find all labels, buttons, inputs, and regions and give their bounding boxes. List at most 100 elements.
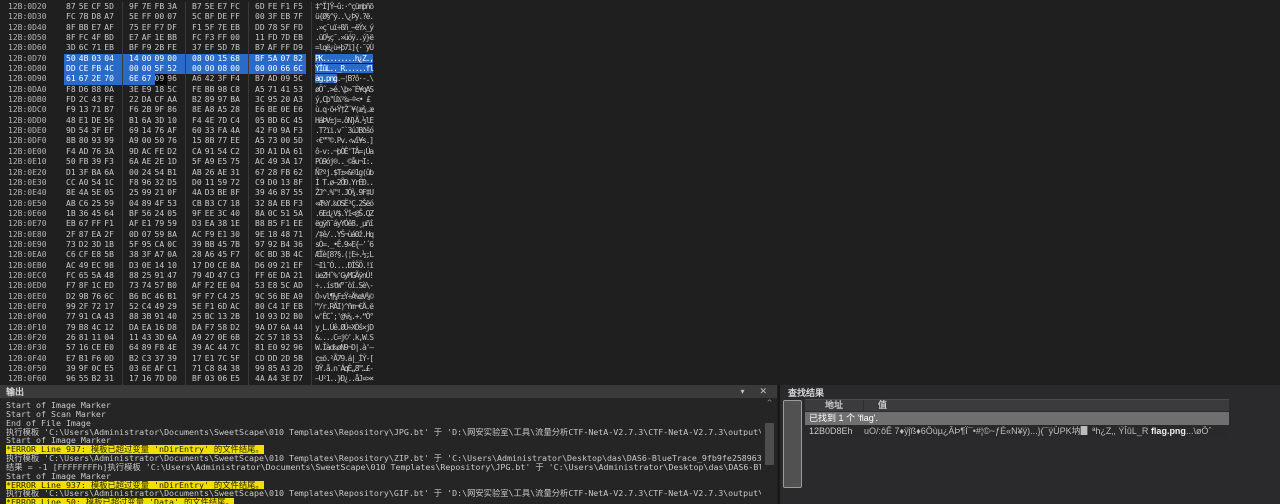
hex-byte[interactable]: AF	[104, 23, 117, 33]
hex-byte[interactable]: 48	[281, 230, 294, 240]
hex-byte[interactable]: 9B	[79, 292, 92, 302]
hex-byte[interactable]: 17	[192, 261, 205, 271]
hex-byte[interactable]: F7	[205, 292, 218, 302]
hex-byte[interactable]: 77	[218, 136, 231, 146]
hex-ascii[interactable]: .»ç¯uï÷ßñ_~ëÝx_ý	[315, 23, 373, 33]
hex-byte[interactable]: 6E	[268, 271, 281, 281]
hex-byte[interactable]: F7	[66, 281, 79, 291]
hex-byte[interactable]: 99	[142, 188, 155, 198]
hex-byte[interactable]: E8	[92, 250, 105, 260]
hex-byte[interactable]: 3F	[92, 126, 105, 136]
hex-byte[interactable]: EE	[205, 209, 218, 219]
hex-byte[interactable]: 9F	[192, 292, 205, 302]
hex-byte[interactable]: B7	[192, 2, 205, 12]
hex-byte[interactable]: EB	[293, 33, 306, 43]
hex-byte[interactable]: 28	[230, 105, 243, 115]
hex-byte[interactable]: 4E	[167, 343, 180, 353]
hex-byte[interactable]: EA	[142, 323, 155, 333]
hex-byte[interactable]: E5	[218, 157, 231, 167]
hex-byte[interactable]: F1	[205, 302, 218, 312]
hex-byte[interactable]: C4	[218, 292, 231, 302]
hex-byte[interactable]: 1D	[167, 157, 180, 167]
hex-byte[interactable]: 8B	[205, 136, 218, 146]
hex-byte[interactable]: 40	[167, 312, 180, 322]
hex-byte[interactable]: F3	[104, 157, 117, 167]
hex-byte[interactable]: 2F	[66, 230, 79, 240]
hex-byte[interactable]: 4F	[92, 33, 105, 43]
hex-byte[interactable]: BD	[268, 116, 281, 126]
hex-byte[interactable]: 72	[92, 302, 105, 312]
hex-byte[interactable]: 67	[79, 219, 92, 229]
hex-byte[interactable]: 3F	[268, 12, 281, 22]
hex-byte[interactable]: 88	[129, 271, 142, 281]
hex-byte[interactable]: 5E	[205, 2, 218, 12]
hex-byte[interactable]: A9	[192, 333, 205, 343]
hex-byte[interactable]: BA	[230, 95, 243, 105]
hex-byte[interactable]: FD	[268, 33, 281, 43]
hex-byte[interactable]: EB	[293, 302, 306, 312]
hex-ascii[interactable]: Ò›vl¶¼F±Ÿ÷Ä%œV¾©	[315, 292, 373, 302]
hex-byte[interactable]: 10	[255, 312, 268, 322]
hex-byte[interactable]: 5A	[92, 271, 105, 281]
hex-byte[interactable]: 00	[281, 136, 294, 146]
find-result-row[interactable]: 12B0D8Eh uO/:ôÊ 7♦ÿĵß♦6Öùµ¿ÂÞ¶Ï¯•#¦©~ƒÉ«…	[805, 425, 1229, 438]
hex-byte[interactable]: E1	[218, 230, 231, 240]
hex-byte[interactable]: 7F	[293, 12, 306, 22]
hex-byte[interactable]: 62	[293, 168, 306, 178]
hex-byte[interactable]: CA	[155, 240, 168, 250]
hex-byte[interactable]: BC	[205, 312, 218, 322]
hex-byte[interactable]: 6D	[218, 302, 231, 312]
hex-byte[interactable]: 37	[155, 354, 168, 364]
hex-byte[interactable]: B1	[167, 168, 180, 178]
hex-byte[interactable]: 38	[230, 364, 243, 374]
hex-byte[interactable]: 26	[205, 168, 218, 178]
hex-byte[interactable]: FE	[268, 2, 281, 12]
hex-byte[interactable]: 04	[104, 333, 117, 343]
hex-byte[interactable]: 42	[255, 126, 268, 136]
hex-byte[interactable]: D6	[255, 261, 268, 271]
hex-byte[interactable]: 77	[66, 312, 79, 322]
hex-byte[interactable]: 9F	[192, 209, 205, 219]
hex-byte[interactable]: F7	[155, 23, 168, 33]
hex-byte[interactable]: 5E	[192, 302, 205, 312]
hex-byte[interactable]: 7E	[142, 2, 155, 12]
hex-byte[interactable]: CA	[92, 312, 105, 322]
hex-byte[interactable]: F3	[293, 126, 306, 136]
hex-byte[interactable]: F5	[293, 2, 306, 12]
hex-byte[interactable]: 05	[104, 188, 117, 198]
hex-byte[interactable]: D0	[192, 178, 205, 188]
hex-byte[interactable]: 32	[255, 199, 268, 209]
hex-byte[interactable]: 15	[192, 136, 205, 146]
hex-byte[interactable]: 5F	[192, 157, 205, 167]
hex-byte[interactable]: 5D	[218, 43, 231, 53]
hex-byte[interactable]: D8	[92, 12, 105, 22]
hex-ascii[interactable]: ÆÏè[8?§.(¦E÷.½;L	[315, 250, 373, 260]
hex-byte[interactable]: 8A	[230, 261, 243, 271]
hex-byte[interactable]: 17	[129, 374, 142, 384]
hex-byte[interactable]: 38	[129, 250, 142, 260]
hex-byte[interactable]: B6	[129, 292, 142, 302]
hex-byte[interactable]: 49	[155, 302, 168, 312]
hex-byte[interactable]: 07	[167, 12, 180, 22]
hex-byte[interactable]: FE	[167, 43, 180, 53]
hex-byte[interactable]: 49	[268, 157, 281, 167]
hex-ascii[interactable]: =lqë¿ù+þ7ï]{·¯ÿÙ	[315, 43, 373, 53]
hex-byte[interactable]: 60	[192, 126, 205, 136]
hex-byte[interactable]: AC	[66, 261, 79, 271]
hex-byte[interactable]: DE	[218, 12, 231, 22]
hex-byte[interactable]: 59	[218, 178, 231, 188]
hex-byte[interactable]: 79	[155, 219, 168, 229]
hex-byte[interactable]: 3A	[104, 147, 117, 157]
hex-byte[interactable]: 7D	[281, 33, 294, 43]
hex-byte[interactable]: 44	[218, 343, 231, 353]
hex-byte[interactable]: EC	[92, 261, 105, 271]
hex-byte[interactable]: F1	[281, 2, 294, 12]
hex-byte[interactable]: AF	[142, 33, 155, 43]
hex-byte[interactable]: 27	[205, 333, 218, 343]
hex-byte[interactable]: 38	[218, 219, 231, 229]
hex-byte[interactable]: 40	[230, 209, 243, 219]
hex-byte[interactable]: 25	[92, 199, 105, 209]
hex-byte[interactable]: 52	[129, 302, 142, 312]
hex-byte[interactable]: 97	[255, 240, 268, 250]
hex-ascii[interactable]: w'ÊCˆ;'@%¼.+.“Ò°	[315, 312, 373, 322]
